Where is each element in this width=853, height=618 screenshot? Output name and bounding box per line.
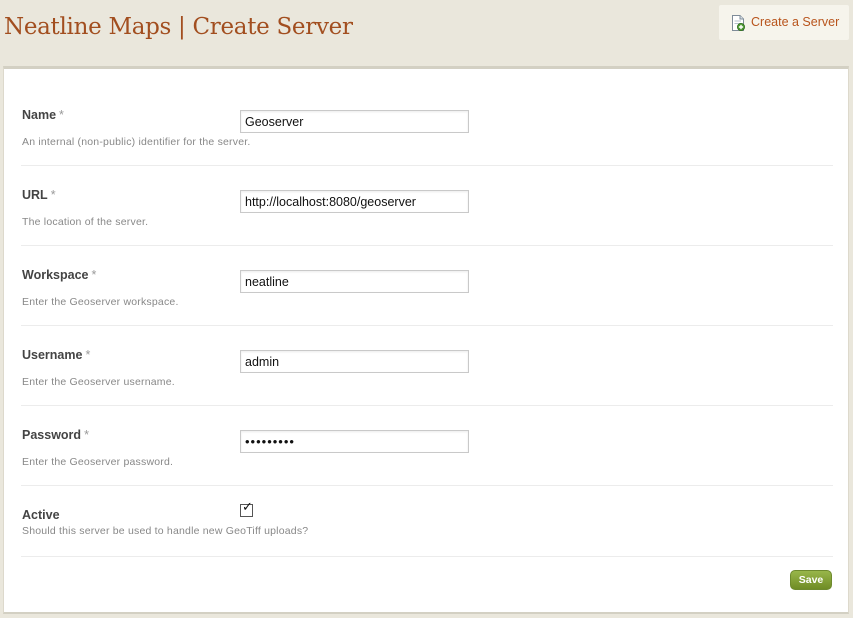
name-field-row: Name* An internal (non-public) identifie… bbox=[21, 100, 833, 166]
url-label: URL * bbox=[22, 188, 56, 202]
active-checkbox[interactable]: ✓ bbox=[240, 500, 253, 517]
name-label: Name * bbox=[22, 108, 64, 122]
username-hint: Enter the Geoserver username. bbox=[22, 376, 175, 388]
active-hint: Should this server be used to handle new… bbox=[22, 525, 309, 537]
name-input[interactable] bbox=[240, 110, 469, 133]
active-label: Active bbox=[22, 508, 60, 522]
workspace-hint: Enter the Geoserver workspace. bbox=[22, 296, 179, 308]
form-panel: Name* An internal (non-public) identifie… bbox=[3, 66, 849, 614]
create-server-label: Create a Server bbox=[751, 15, 840, 29]
name-hint: An internal (non-public) identifier for … bbox=[22, 136, 251, 148]
url-hint: The location of the server. bbox=[22, 216, 149, 228]
required-marker: * bbox=[84, 428, 89, 442]
required-marker: * bbox=[59, 108, 64, 122]
page-header: Neatline Maps | Create Server Create a S… bbox=[0, 0, 853, 66]
required-marker: * bbox=[85, 348, 91, 362]
workspace-field-row: Workspace* Enter the Geoserver workspace… bbox=[21, 246, 833, 326]
create-server-link[interactable]: Create a Server bbox=[719, 5, 849, 40]
save-button[interactable]: Save bbox=[790, 570, 832, 590]
checkmark-icon: ✓ bbox=[242, 500, 253, 515]
password-hint: Enter the Geoserver password. bbox=[22, 456, 174, 468]
document-add-icon bbox=[731, 15, 745, 31]
active-field-row: Active ✓ Should this server be used to h… bbox=[21, 486, 833, 557]
url-field-row: URL* The location of the server. bbox=[21, 166, 833, 246]
username-label: Username * bbox=[22, 348, 91, 362]
workspace-label: Workspace * bbox=[22, 268, 97, 282]
url-input[interactable] bbox=[240, 190, 469, 213]
password-input[interactable] bbox=[240, 430, 469, 453]
password-label: Password * bbox=[22, 428, 89, 442]
workspace-input[interactable] bbox=[240, 270, 469, 293]
username-field-row: Username* Enter the Geoserver username. bbox=[21, 326, 833, 406]
required-marker: * bbox=[50, 188, 56, 202]
required-marker: * bbox=[91, 268, 97, 282]
page-title: Neatline Maps | Create Server bbox=[4, 14, 353, 40]
username-input[interactable] bbox=[240, 350, 469, 373]
password-field-row: Password* Enter the Geoserver password. bbox=[21, 406, 833, 486]
